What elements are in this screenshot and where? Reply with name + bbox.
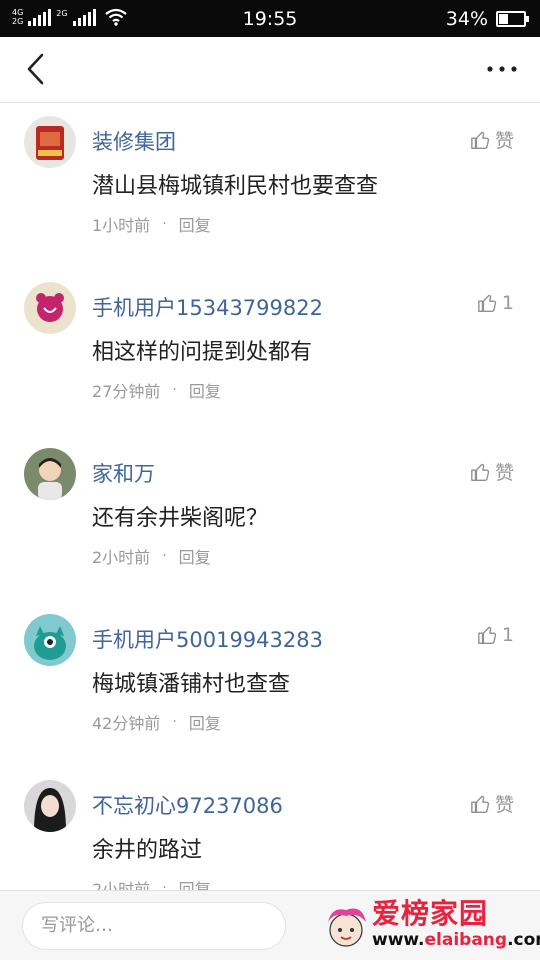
comment-text: 还有余井柴阁呢？ — [92, 506, 269, 531]
comment-meta: 2小时前 · 回复 — [92, 876, 211, 890]
meta-separator: · — [162, 548, 167, 564]
comment-username[interactable]: 家和万 — [92, 458, 155, 488]
status-bar: 4G 2G 2G 19:55 34% — [0, 0, 540, 37]
comment-meta: 2小时前 · 回复 — [92, 544, 211, 568]
comment-username[interactable]: 不忘初心97237086 — [92, 790, 283, 820]
like-label: 赞 — [494, 794, 514, 816]
avatar[interactable] — [24, 780, 76, 832]
watermark-url: www.elaibang.com — [372, 930, 540, 950]
battery-level — [499, 14, 508, 24]
nav-bar — [0, 37, 540, 103]
comment-meta: 27分钟前 · 回复 — [92, 378, 221, 402]
more-icon[interactable] — [486, 63, 518, 75]
comment-item: 手机用户15343799822 1 相这样的问提到处都有 27分钟前 · 回复 — [0, 270, 540, 436]
watermark-url-brand: elaibang — [424, 930, 508, 950]
comment-list: 装修集团 赞 潜山县梅城镇利民村也要查查 1小时前 · 回复 手机用户15343… — [0, 104, 540, 890]
thumbs-up-icon — [478, 294, 497, 312]
reply-button[interactable]: 回复 — [179, 212, 211, 236]
reply-button[interactable]: 回复 — [179, 544, 211, 568]
avatar[interactable] — [24, 116, 76, 168]
comment-meta: 1小时前 · 回复 — [92, 212, 211, 236]
comment-text: 潜山县梅城镇利民村也要查查 — [92, 174, 379, 199]
battery-icon — [496, 11, 529, 27]
comment-time: 42分钟前 — [92, 714, 161, 733]
thumbs-up-icon — [471, 795, 490, 813]
like-count: 1 — [501, 292, 514, 314]
avatar[interactable] — [24, 282, 76, 334]
comment-time: 27分钟前 — [92, 382, 161, 401]
comment-item: 装修集团 赞 潜山县梅城镇利民村也要查查 1小时前 · 回复 — [0, 104, 540, 270]
avatar[interactable] — [24, 614, 76, 666]
reply-button[interactable]: 回复 — [189, 378, 221, 402]
avatar[interactable] — [24, 448, 76, 500]
thumbs-up-icon — [471, 463, 490, 481]
comment-item: 手机用户50019943283 1 梅城镇潘铺村也查查 42分钟前 · 回复 — [0, 602, 540, 768]
comment-username[interactable]: 手机用户50019943283 — [92, 624, 323, 654]
like-button[interactable]: 赞 — [470, 126, 514, 153]
meta-separator: · — [172, 382, 177, 398]
like-label: 赞 — [494, 130, 514, 152]
meta-separator: · — [162, 216, 167, 232]
watermark: 爱榜家园 www.elaibang.com — [322, 892, 540, 958]
comment-text: 梅城镇潘铺村也查查 — [92, 672, 291, 697]
battery-percent: 34% — [445, 8, 488, 30]
comment-text: 余井的路过 — [92, 838, 203, 863]
like-button[interactable]: 1 — [477, 292, 514, 314]
watermark-mascot-icon — [328, 908, 366, 947]
thumbs-up-icon — [478, 626, 497, 644]
back-icon[interactable] — [22, 51, 52, 87]
meta-separator: · — [162, 880, 167, 890]
watermark-url-prefix: www. — [372, 930, 425, 950]
comment-text: 相这样的问提到处都有 — [92, 340, 313, 365]
comment-item: 不忘初心97237086 赞 余井的路过 2小时前 · 回复 — [0, 768, 540, 890]
comment-item: 家和万 赞 还有余井柴阁呢？ 2小时前 · 回复 — [0, 436, 540, 602]
like-button[interactable]: 赞 — [470, 790, 514, 817]
comment-username[interactable]: 装修集团 — [92, 126, 176, 156]
reply-button[interactable]: 回复 — [189, 710, 221, 734]
comment-time: 2小时前 — [92, 880, 151, 890]
status-right: 34% — [445, 8, 529, 30]
comment-input[interactable]: 写评论… — [22, 902, 286, 950]
like-button[interactable]: 赞 — [470, 458, 514, 485]
reply-button[interactable]: 回复 — [179, 876, 211, 890]
like-button[interactable]: 1 — [477, 624, 514, 646]
watermark-url-suffix: .com — [507, 930, 540, 950]
like-count: 1 — [501, 624, 514, 646]
comment-meta: 42分钟前 · 回复 — [92, 710, 221, 734]
comment-time: 2小时前 — [92, 548, 151, 567]
comment-time: 1小时前 — [92, 216, 151, 235]
meta-separator: · — [172, 714, 177, 730]
thumbs-up-icon — [471, 131, 490, 149]
comment-username[interactable]: 手机用户15343799822 — [92, 292, 323, 322]
watermark-title: 爱榜家园 — [372, 897, 489, 930]
like-label: 赞 — [494, 462, 514, 484]
